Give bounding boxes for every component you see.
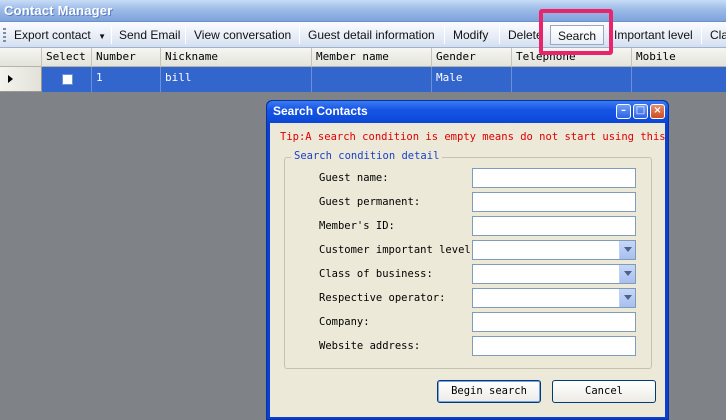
row-header-corner (0, 48, 42, 67)
website-address-input[interactable] (472, 336, 636, 356)
dialog-body: Tip:A search condition is empty means do… (270, 123, 665, 417)
toolbar-grip[interactable] (3, 28, 6, 42)
export-contact-label: Export contact (14, 28, 91, 42)
guest-permanent-input[interactable] (472, 192, 636, 212)
current-row-arrow-icon (8, 75, 13, 83)
respective-operator-select[interactable] (472, 288, 636, 308)
respective-operator-label: Respective operator: (319, 292, 446, 304)
cell-member-name[interactable] (312, 67, 432, 92)
window-title: Contact Manager (4, 3, 113, 18)
group-legend: Search condition detail (291, 150, 443, 162)
toolbar-separator (299, 26, 300, 44)
cancel-button[interactable]: Cancel (552, 380, 656, 403)
cell-gender[interactable]: Male (432, 67, 512, 92)
dialog-title: Search Contacts (273, 104, 368, 118)
search-button[interactable]: Search (550, 25, 604, 45)
row-header[interactable] (0, 67, 42, 92)
search-contacts-dialog: Search Contacts – □ × Tip:A search condi… (266, 100, 669, 420)
column-header-number[interactable]: Number (92, 48, 161, 67)
website-address-label: Website address: (319, 340, 421, 352)
member-id-label: Member's ID: (319, 220, 395, 232)
customer-important-level-label: Customer important level: (319, 244, 478, 256)
company-input[interactable] (472, 312, 636, 332)
grid-header: Select Number Nickname Member name Gende… (0, 48, 726, 67)
dialog-titlebar[interactable]: Search Contacts – □ × (267, 101, 668, 123)
member-id-input[interactable] (472, 216, 636, 236)
chevron-down-icon[interactable] (619, 241, 635, 259)
customer-important-level-select[interactable] (472, 240, 636, 260)
tip-text: Tip:A search condition is empty means do… (280, 131, 665, 143)
window-titlebar: Contact Manager (0, 0, 726, 22)
important-level-button[interactable]: Important level (614, 25, 693, 45)
cell-number[interactable]: 1 (92, 67, 161, 92)
chevron-down-icon[interactable] (619, 265, 635, 283)
delete-button[interactable]: Delete (508, 25, 544, 45)
chevron-down-icon[interactable] (619, 289, 635, 307)
guest-detail-information-button[interactable]: Guest detail information (308, 25, 435, 45)
view-conversation-button[interactable]: View conversation (194, 25, 291, 45)
toolbar-separator (111, 26, 112, 44)
close-icon[interactable]: × (650, 104, 665, 119)
select-checkbox[interactable] (62, 74, 73, 85)
toolbar-separator (185, 26, 186, 44)
column-header-mobile[interactable]: Mobile (632, 48, 726, 67)
column-header-telephone[interactable]: Telephone (512, 48, 632, 67)
chevron-down-icon: ▼ (98, 32, 106, 41)
column-header-member-name[interactable]: Member name (312, 48, 432, 67)
toolbar-separator (499, 26, 500, 44)
class-of-business-label: Class of business: (319, 268, 433, 280)
send-email-button[interactable]: Send Email (119, 25, 180, 45)
cell-telephone[interactable] (512, 67, 632, 92)
toolbar-separator (444, 26, 445, 44)
column-header-gender[interactable]: Gender (432, 48, 512, 67)
minimize-icon[interactable]: – (616, 104, 631, 119)
toolbar-separator (701, 26, 702, 44)
toolbar: Export contact ▼ Send Email View convers… (0, 22, 726, 48)
guest-permanent-label: Guest permanent: (319, 196, 421, 208)
class-of-business-select[interactable] (472, 264, 636, 284)
company-label: Company: (319, 316, 370, 328)
cell-mobile[interactable] (632, 67, 726, 92)
search-condition-group: Search condition detail Guest name: Gues… (284, 150, 652, 369)
begin-search-button[interactable]: Begin search (437, 380, 541, 403)
table-row[interactable]: 1 bill Male (42, 67, 726, 92)
class-button[interactable]: Cla (710, 25, 726, 45)
export-contact-button[interactable]: Export contact ▼ (14, 25, 106, 45)
modify-button[interactable]: Modify (453, 25, 488, 45)
column-header-nickname[interactable]: Nickname (161, 48, 312, 67)
cell-nickname[interactable]: bill (161, 67, 312, 92)
guest-name-input[interactable] (472, 168, 636, 188)
guest-name-label: Guest name: (319, 172, 389, 184)
column-header-select[interactable]: Select (42, 48, 92, 67)
maximize-icon[interactable]: □ (633, 104, 648, 119)
